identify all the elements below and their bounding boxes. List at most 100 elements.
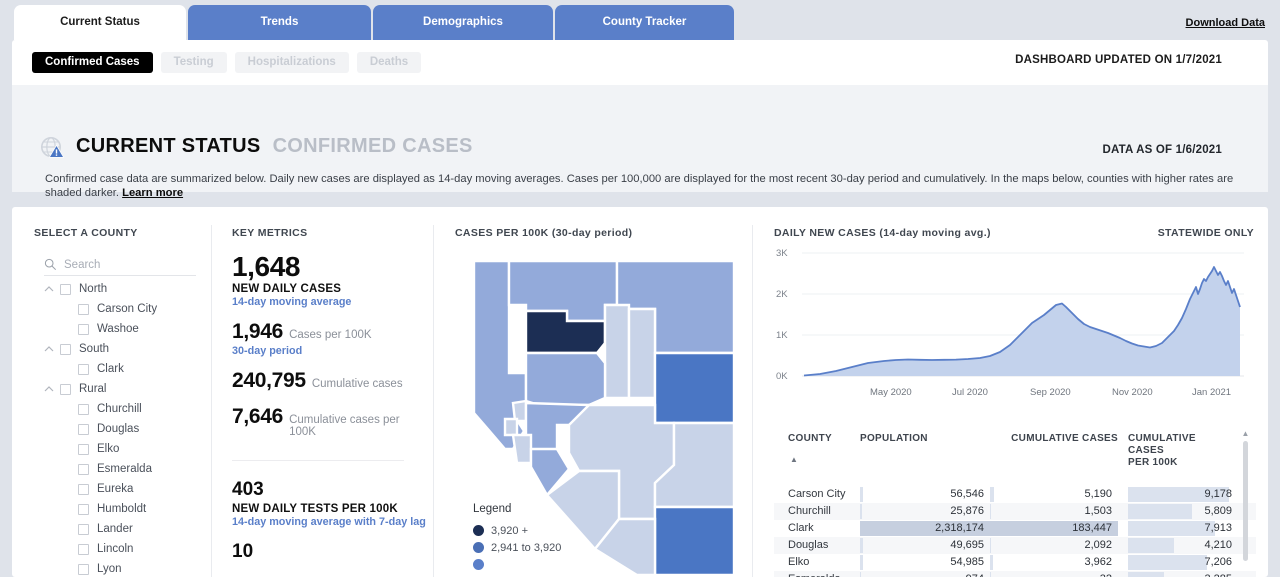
partial-metric-value: 10 [232,541,254,563]
scroll-up-icon[interactable]: ▲ [1241,429,1250,438]
map-label: CASES PER 100K (30-day period) [455,227,633,239]
search-icon [44,258,57,271]
checkbox-south[interactable] [60,343,71,355]
county-item-humboldt-label: Humboldt [97,503,147,515]
county-group-south[interactable]: South [42,339,212,359]
main-card: SELECT A COUNTY Search North Carson City [12,207,1268,577]
subtab-confirmed-cases[interactable]: Confirmed Cases [32,52,153,73]
county-item-lander[interactable]: Lander [42,519,212,539]
search-input[interactable]: Search [44,254,196,276]
xtick-jul-2020: Jul 2020 [952,387,988,398]
county-item-elko[interactable]: Elko [42,439,212,459]
new-daily-cases-value: 1,648 [232,251,301,282]
checkbox-carson-city[interactable] [78,303,89,315]
cumulative-per-100k-value: 7,646 [232,405,284,429]
map-county-carson-city [503,417,519,437]
tab-current-status[interactable]: Current Status [14,5,186,40]
scrollbar-thumb[interactable] [1243,441,1248,561]
table-row[interactable]: Elko 54,985 3,962 7,206 [774,554,1256,571]
county-item-lyon[interactable]: Lyon [42,559,212,577]
map-legend: Legend 3,920 + 2,941 to 3,920 [473,503,561,573]
new-daily-tests-value: 403 [232,479,264,501]
cell-per-100k: 3,285 [1128,571,1238,577]
legend-label-mid: 2,941 to 3,920 [491,541,562,554]
table-row[interactable]: Clark 2,318,174 183,447 7,913 [774,520,1256,537]
header-card: Confirmed Cases Testing Hospitalizations… [12,40,1268,199]
county-item-clark[interactable]: Clark [42,359,212,379]
county-group-north[interactable]: North [42,279,212,299]
tab-trends[interactable]: Trends [188,5,371,40]
table-scrollbar[interactable]: ▲ [1241,429,1250,575]
legend-dot-low [473,559,484,570]
county-item-lander-label: Lander [97,523,133,535]
checkbox-douglas[interactable] [78,423,89,435]
tab-current-status-label: Current Status [60,16,140,28]
checkbox-lincoln[interactable] [78,543,89,555]
county-item-eureka[interactable]: Eureka [42,479,212,499]
column-header-cumulative-cases[interactable]: CUMULATIVE CASES [990,433,1118,470]
tab-county-tracker[interactable]: County Tracker [555,5,734,40]
cell-population: 49,695 [860,537,990,554]
checkbox-north[interactable] [60,283,71,295]
legend-item-low [473,556,561,573]
table-row[interactable]: Churchill 25,876 1,503 5,809 [774,502,1256,520]
column-header-cumulative-per-100k[interactable]: CUMULATIVE CASES PER 100K [1118,433,1228,470]
cell-population: 54,985 [860,554,990,571]
legend-item-high: 3,920 + [473,522,561,539]
county-item-esmeralda[interactable]: Esmeralda [42,459,212,479]
sort-ascending-icon[interactable]: ▲ [790,455,798,464]
subtab-hospitalizations[interactable]: Hospitalizations [234,52,349,73]
county-item-carson-city[interactable]: Carson City [42,299,212,319]
county-item-washoe[interactable]: Washoe [42,319,212,339]
chevron-up-icon[interactable] [42,382,56,396]
key-metrics-panel: KEY METRICS 1,648 NEW DAILY CASES 14-day… [232,227,427,577]
checkbox-humboldt[interactable] [78,503,89,515]
table-row[interactable]: Esmeralda 974 32 3,285 [774,570,1256,577]
county-item-carson-city-label: Carson City [97,303,158,315]
new-daily-cases-note: 14-day moving average [232,296,352,309]
tab-demographics[interactable]: Demographics [373,5,553,40]
tab-demographics-label: Demographics [423,16,503,28]
checkbox-washoe[interactable] [78,323,89,335]
checkbox-clark[interactable] [78,363,89,375]
county-item-humboldt[interactable]: Humboldt [42,499,212,519]
checkbox-churchill[interactable] [78,403,89,415]
cell-county: Esmeralda [774,573,860,577]
table-row[interactable]: Douglas 49,695 2,092 4,210 [774,536,1256,554]
cell-population: 2,318,174 [860,520,990,537]
checkbox-rural[interactable] [60,383,71,395]
cell-county: Churchill [788,505,831,518]
cell-per-100k: 4,210 [1128,537,1238,554]
key-metrics-label: KEY METRICS [232,227,308,239]
top-tab-bar: Current Status Trends Demographics Count… [0,0,1280,40]
chevron-up-icon[interactable] [42,282,56,296]
column-header-county[interactable]: COUNTY [774,433,860,470]
daily-new-cases-chart-panel: DAILY NEW CASES (14-day moving avg.) STA… [774,227,1254,417]
column-header-population[interactable]: POPULATION [860,433,990,470]
page-title: CURRENT STATUS CONFIRMED CASES [76,135,473,158]
subtab-testing[interactable]: Testing [160,52,227,73]
checkbox-eureka[interactable] [78,483,89,495]
checkbox-elko[interactable] [78,443,89,455]
map-county-lander [603,303,631,400]
learn-more-link[interactable]: Learn more [122,187,183,199]
table-row[interactable]: Carson City 56,546 5,190 9,178 [774,486,1256,503]
cell-population: 974 [860,571,990,577]
county-item-lincoln[interactable]: Lincoln [42,539,212,559]
county-item-douglas[interactable]: Douglas [42,419,212,439]
subtab-deaths[interactable]: Deaths [356,52,422,73]
county-group-rural-label: Rural [79,383,107,395]
subtab-deaths-label: Deaths [369,56,409,68]
download-data-link[interactable]: Download Data [1186,17,1265,29]
cumulative-per-100k-label: Cumulative cases per 100K [289,414,400,439]
checkbox-esmeralda[interactable] [78,463,89,475]
description-body: Confirmed case data are summarized below… [45,173,1234,200]
chevron-up-icon[interactable] [42,342,56,356]
county-item-churchill[interactable]: Churchill [42,399,212,419]
daily-new-cases-area-chart[interactable]: 3K 2K 1K 0K May 2020 Jul 2020 Sep 2020 N… [774,245,1252,413]
tab-county-tracker-label: County Tracker [602,16,687,28]
county-group-rural[interactable]: Rural [42,379,212,399]
cell-per-100k: 7,206 [1128,554,1238,571]
checkbox-lyon[interactable] [78,563,89,575]
checkbox-lander[interactable] [78,523,89,535]
